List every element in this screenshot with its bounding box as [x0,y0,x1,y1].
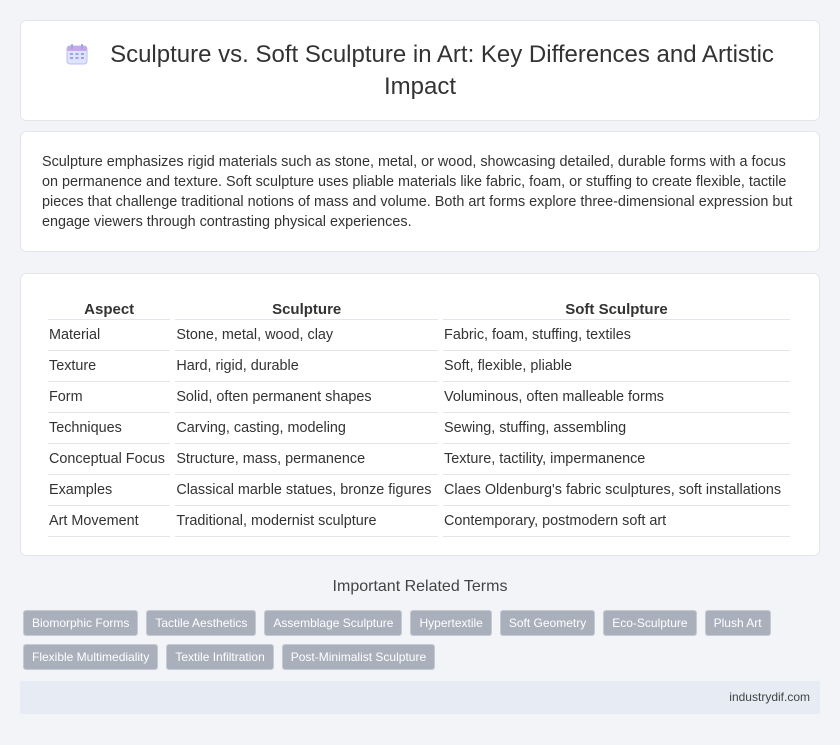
intro-paragraph: Sculpture emphasizes rigid materials suc… [42,154,793,230]
tag-link[interactable]: Soft Geometry [499,610,596,636]
table-cell: Soft, flexible, pliable [443,351,790,382]
header-sculpture: Sculpture [175,295,439,320]
table-header-row: Aspect Sculpture Soft Sculpture [48,295,790,320]
table-row: Texture Hard, rigid, durable Soft, flexi… [48,351,790,382]
table-cell: Claes Oldenburg's fabric sculptures, sof… [443,475,790,506]
table-cell: Material [48,320,171,351]
table-cell: Art Movement [48,506,171,537]
header-card: Sculpture vs. Soft Sculpture in Art: Key… [20,20,820,121]
table-row: Techniques Carving, casting, modeling Se… [48,413,790,444]
tag-link[interactable]: Hypertextile [410,610,492,636]
calendar-icon [66,43,88,72]
table-cell: Sewing, stuffing, assembling [443,413,790,444]
table-cell: Texture [48,351,171,382]
table-cell: Structure, mass, permanence [175,444,439,475]
table-cell: Contemporary, postmodern soft art [443,506,790,537]
tag-link[interactable]: Tactile Aesthetics [146,610,257,636]
tag-link[interactable]: Flexible Multimediality [23,644,159,670]
table-row: Art Movement Traditional, modernist scul… [48,506,790,537]
comparison-table: Aspect Sculpture Soft Sculpture Material… [43,295,795,537]
related-terms-tags: Biomorphic Forms Tactile Aesthetics Asse… [23,610,783,670]
tag-link[interactable]: Eco-Sculpture [603,610,697,636]
table-cell: Hard, rigid, durable [175,351,439,382]
header-soft-sculpture: Soft Sculpture [443,295,790,320]
table-row: Conceptual Focus Structure, mass, perman… [48,444,790,475]
tag-link[interactable]: Post-Minimalist Sculpture [281,644,436,670]
table-cell: Carving, casting, modeling [175,413,439,444]
header-aspect: Aspect [48,295,171,320]
footer-site[interactable]: industrydif.com [729,690,810,704]
table-cell: Conceptual Focus [48,444,171,475]
tag-link[interactable]: Plush Art [704,610,771,636]
page-title: Sculpture vs. Soft Sculpture in Art: Key… [61,40,779,101]
table-cell: Examples [48,475,171,506]
table-row: Material Stone, metal, wood, clay Fabric… [48,320,790,351]
table-cell: Voluminous, often malleable forms [443,382,790,413]
table-cell: Classical marble statues, bronze figures [175,475,439,506]
table-cell: Solid, often permanent shapes [175,382,439,413]
table-row: Form Solid, often permanent shapes Volum… [48,382,790,413]
table-cell: Techniques [48,413,171,444]
table-cell: Form [48,382,171,413]
footer: industrydif.com [20,681,820,714]
table-cell: Fabric, foam, stuffing, textiles [443,320,790,351]
table-cell: Stone, metal, wood, clay [175,320,439,351]
tag-link[interactable]: Textile Infiltration [166,644,274,670]
table-cell: Texture, tactility, impermanence [443,444,790,475]
related-terms-title: Important Related Terms [332,578,508,595]
tag-link[interactable]: Biomorphic Forms [23,610,139,636]
intro-card: Sculpture emphasizes rigid materials suc… [20,131,820,252]
comparison-card: Aspect Sculpture Soft Sculpture Material… [20,273,820,556]
tag-link[interactable]: Assemblage Sculpture [264,610,403,636]
table-cell: Traditional, modernist sculpture [175,506,439,537]
table-row: Examples Classical marble statues, bronz… [48,475,790,506]
